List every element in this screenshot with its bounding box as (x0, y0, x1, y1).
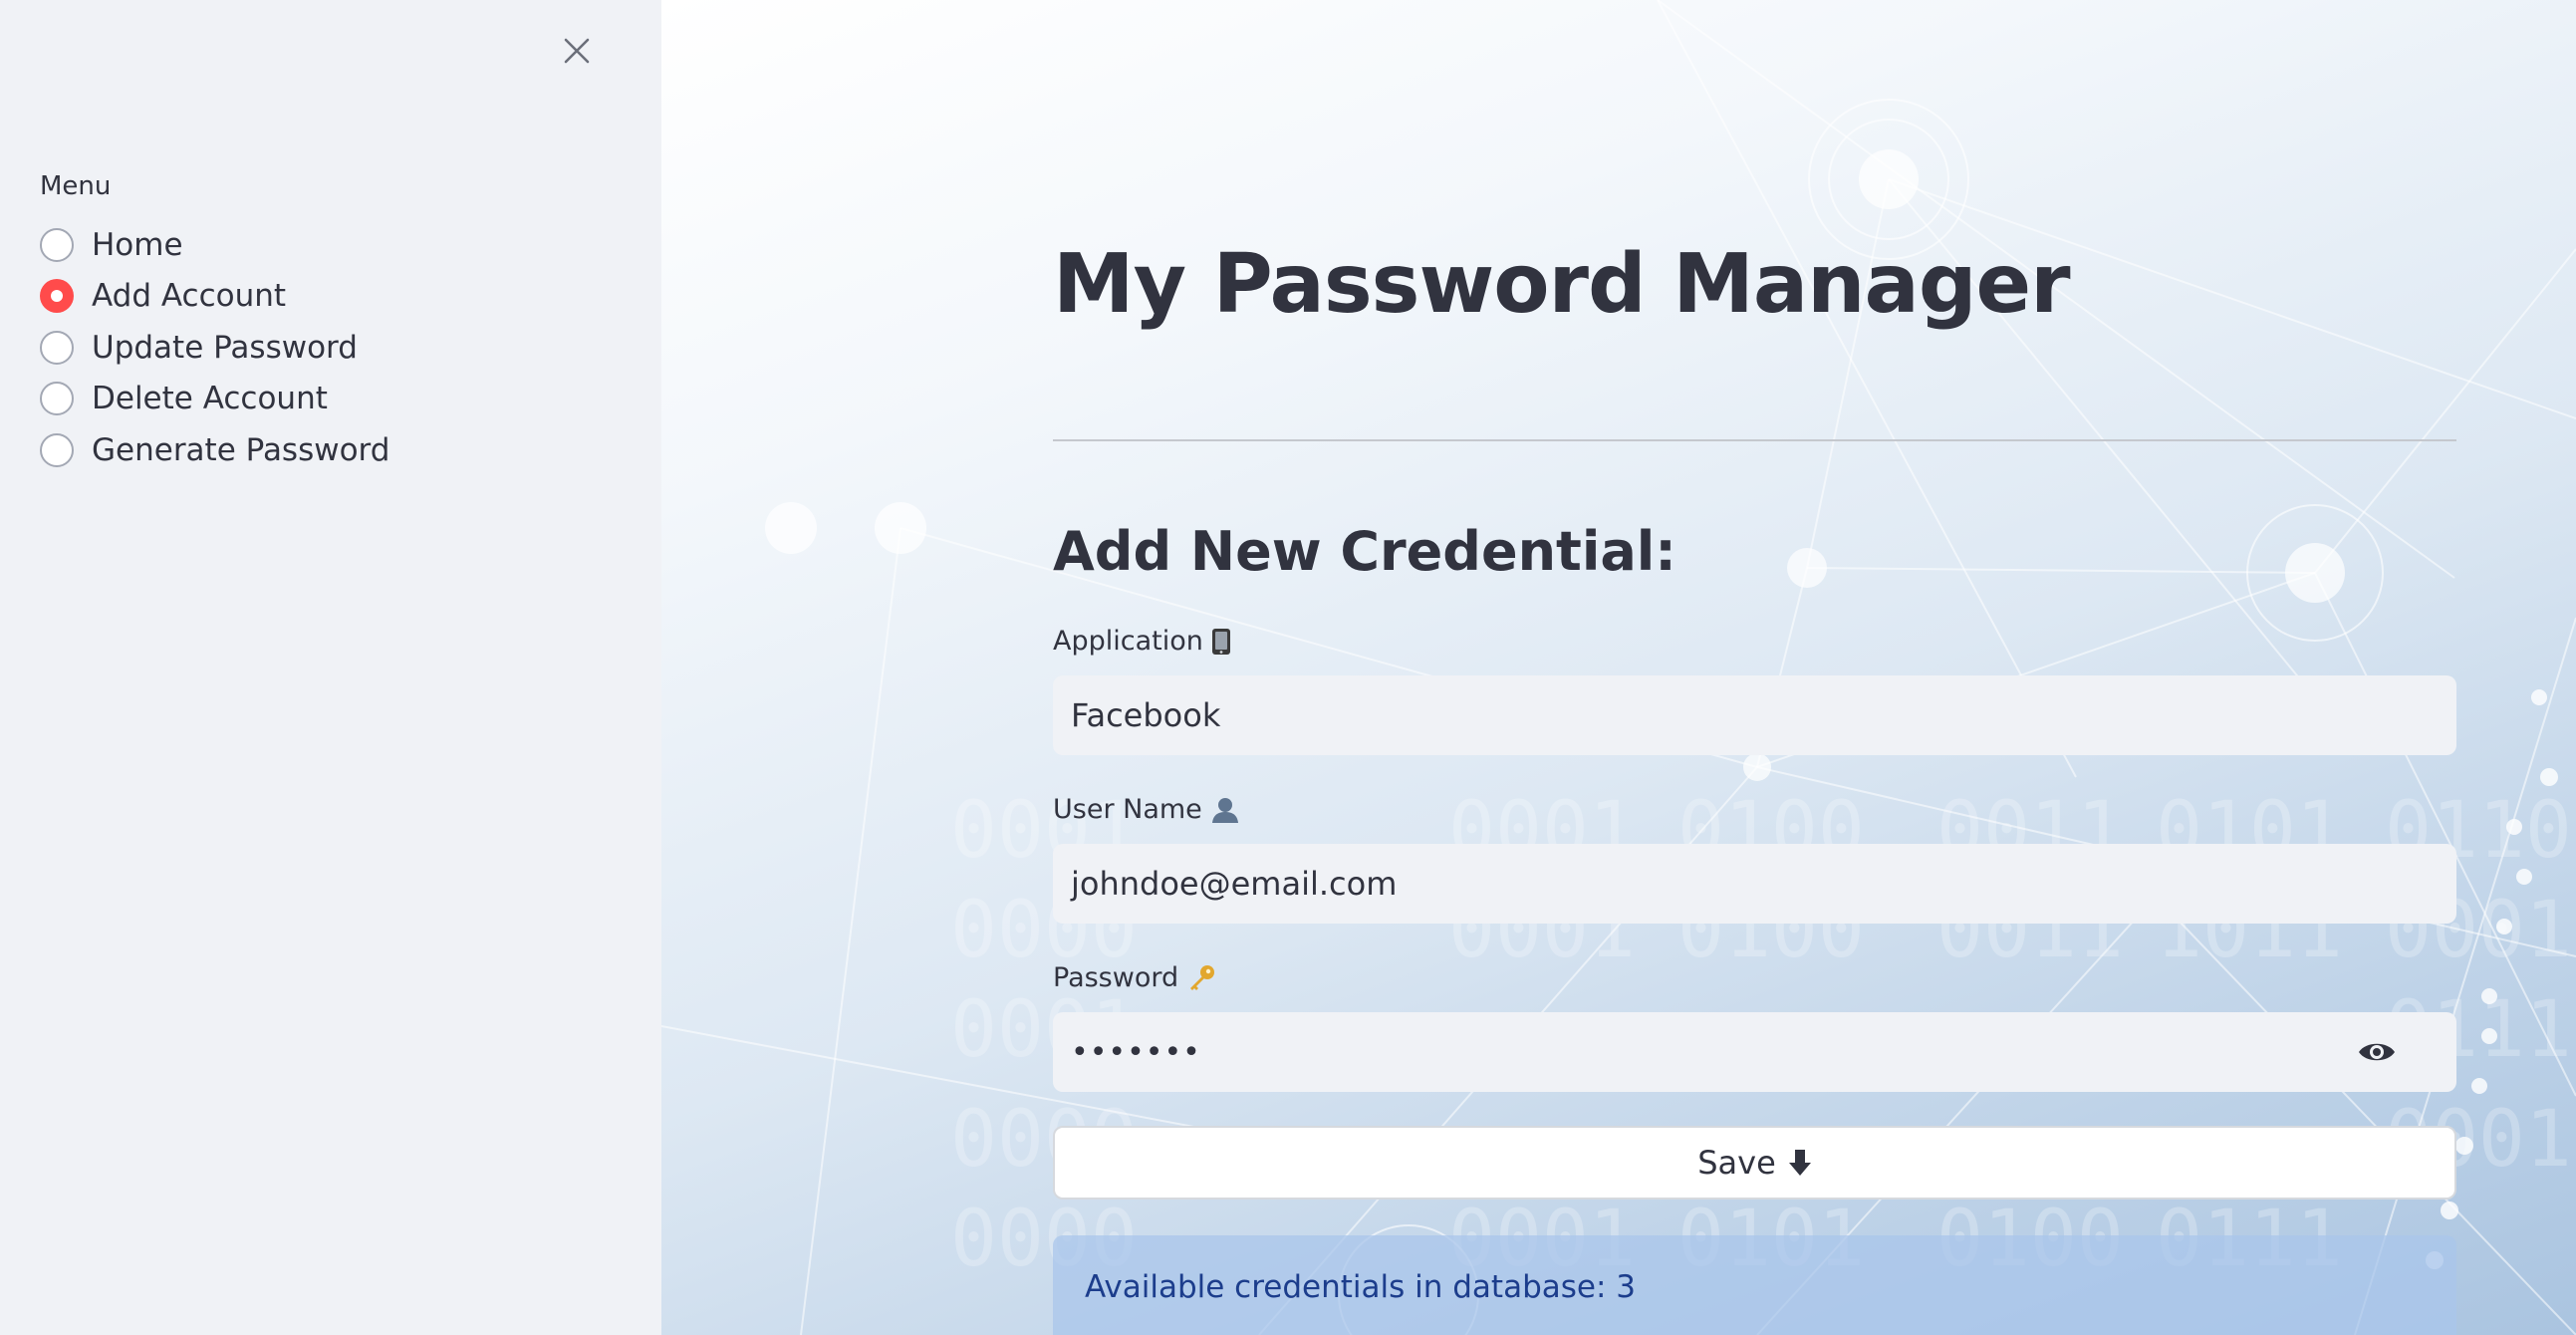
menu-item-update-password[interactable]: Update Password (40, 322, 389, 374)
radio-button[interactable] (40, 330, 74, 365)
menu-item-label: Delete Account (92, 381, 328, 417)
menu-item-generate-password[interactable]: Generate Password (40, 424, 389, 476)
divider (1053, 439, 2456, 441)
section-title: Add New Credential: (1053, 520, 1676, 583)
application-input-value: Facebook (1071, 696, 1221, 734)
username-input[interactable]: johndoe@email.com (1053, 844, 2456, 924)
person-silhouette-icon (1210, 796, 1240, 824)
menu-item-label: Update Password (92, 329, 358, 366)
password-label: Password (1053, 962, 1216, 993)
radio-button[interactable] (40, 382, 74, 416)
close-icon (564, 38, 590, 64)
application-label: Application (1053, 626, 1231, 657)
menu-item-label: Home (92, 226, 183, 263)
sidebar: Menu Home Add Account Update Password De… (0, 0, 661, 1335)
info-alert: Available credentials in database: 3 (1053, 1235, 2456, 1335)
toggle-password-visibility-button[interactable] (2357, 1032, 2397, 1072)
close-sidebar-button[interactable] (554, 28, 600, 74)
page-title: My Password Manager (1053, 237, 2071, 332)
menu-item-label: Add Account (92, 278, 287, 315)
password-input[interactable]: ••••••• (1053, 1012, 2456, 1092)
menu-label: Menu (40, 171, 112, 201)
menu-item-delete-account[interactable]: Delete Account (40, 374, 389, 425)
menu-item-label: Generate Password (92, 431, 390, 468)
menu-item-home[interactable]: Home (40, 219, 389, 271)
password-label-text: Password (1053, 962, 1179, 993)
username-label: User Name (1053, 794, 1240, 825)
save-button[interactable]: Save (1053, 1126, 2456, 1200)
password-input-value: ••••••• (1071, 1034, 1201, 1070)
down-arrow-icon (1788, 1149, 1812, 1177)
mobile-phone-icon (1211, 628, 1231, 656)
application-label-text: Application (1053, 626, 1203, 657)
info-alert-text: Available credentials in database: 3 (1085, 1269, 1636, 1305)
main-content: 0001 0001 0100 0011 0101 0110 0000 0001 … (661, 0, 2576, 1335)
app-window: Menu Home Add Account Update Password De… (0, 0, 2576, 1335)
radio-button[interactable] (40, 227, 74, 262)
radio-button-selected[interactable] (40, 279, 74, 314)
application-input[interactable]: Facebook (1053, 675, 2456, 755)
menu-radio-group: Home Add Account Update Password Delete … (40, 219, 389, 476)
radio-button[interactable] (40, 432, 74, 467)
save-button-label: Save (1697, 1144, 1776, 1182)
key-icon (1186, 964, 1216, 992)
menu-item-add-account[interactable]: Add Account (40, 271, 389, 323)
eye-icon (2359, 1043, 2395, 1061)
username-input-value: johndoe@email.com (1071, 865, 1398, 903)
username-label-text: User Name (1053, 794, 1202, 825)
